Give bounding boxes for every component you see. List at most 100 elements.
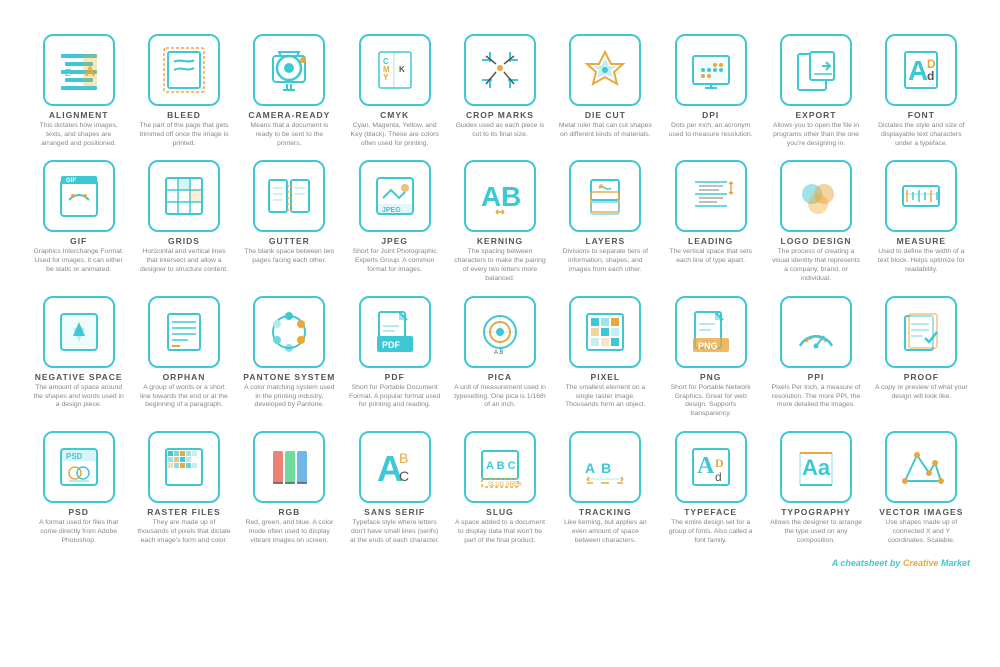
term-title-measure: MEASURE bbox=[897, 236, 947, 246]
term-title-sans-serif: SANS SERIF bbox=[364, 507, 425, 517]
term-item-gif: GIF GIF Graphics Interchange Format. Use… bbox=[30, 156, 127, 287]
icon-box-crop-marks bbox=[464, 34, 536, 106]
term-desc-psd: A format used for files that come direct… bbox=[32, 519, 125, 545]
icon-box-sans-serif: A B C bbox=[359, 431, 431, 503]
svg-text:Z: Z bbox=[65, 68, 71, 79]
term-item-alignment: A Z ALIGNMENT This dictates how images, … bbox=[30, 30, 127, 152]
term-item-typography: Aa TYPOGRAPHY Allows the designer to arr… bbox=[767, 427, 864, 549]
term-title-pixel: PIXEL bbox=[591, 372, 621, 382]
term-item-typeface: A D d TYPEFACE The entire design set for… bbox=[662, 427, 759, 549]
icon-box-grids bbox=[148, 160, 220, 232]
icon-box-raster-files bbox=[148, 431, 220, 503]
term-item-logo-design: LOGO DESIGN The process of creating a vi… bbox=[767, 156, 864, 287]
term-item-rgb: RGB Red, green, and blue. A color mode o… bbox=[241, 427, 338, 549]
svg-text:K: K bbox=[399, 65, 405, 74]
icon-box-png: PNG bbox=[675, 296, 747, 368]
icon-box-pixel bbox=[569, 296, 641, 368]
term-desc-slug: A space added to a document to display d… bbox=[453, 519, 546, 545]
term-title-psd: PSD bbox=[68, 507, 88, 517]
svg-text:d: d bbox=[715, 470, 722, 484]
term-item-dpi: DPI Dots per inch, an acronym used to me… bbox=[662, 30, 759, 152]
term-title-typeface: TYPEFACE bbox=[684, 507, 737, 517]
icon-box-cmyk: C M Y K bbox=[359, 34, 431, 106]
term-title-slug: SLUG bbox=[486, 507, 514, 517]
term-item-layers: LAYERS Divisions to separate tiers of in… bbox=[557, 156, 654, 287]
svg-text:D: D bbox=[715, 456, 724, 470]
term-item-png: PNG PNG Short for Portable Network Graph… bbox=[662, 292, 759, 423]
terms-grid: A Z ALIGNMENT This dictates how images, … bbox=[30, 30, 970, 550]
term-title-pantone-system: PANTONE SYSTEM bbox=[243, 372, 335, 382]
icon-box-font: A D d bbox=[885, 34, 957, 106]
svg-text:PDF: PDF bbox=[382, 340, 401, 350]
term-desc-cmyk: Cyan, Magenta, Yellow, and Key (black). … bbox=[348, 122, 441, 148]
term-desc-ppi: Pixels Per Inch, a measure of resolution… bbox=[769, 384, 862, 410]
icon-box-typography: Aa bbox=[780, 431, 852, 503]
term-desc-rgb: Red, green, and blue. A color mode often… bbox=[243, 519, 336, 545]
term-desc-vector-images: Use shapes made up of connected X and Y … bbox=[875, 519, 968, 545]
term-item-bleed: BLEED The part of the page that gets tri… bbox=[135, 30, 232, 152]
icon-box-negative-space bbox=[43, 296, 115, 368]
svg-text:GIF: GIF bbox=[66, 178, 76, 184]
icon-box-layers bbox=[569, 160, 641, 232]
icon-box-camera-ready bbox=[253, 34, 325, 106]
term-item-sans-serif: A B C SANS SERIF Typeface style where le… bbox=[346, 427, 443, 549]
term-item-camera-ready: CAMERA-READY Means that a document is re… bbox=[241, 30, 338, 152]
term-item-ppi: PPI Pixels Per Inch, a measure of resolu… bbox=[767, 292, 864, 423]
term-title-layers: LAYERS bbox=[585, 236, 625, 246]
term-item-measure: MEASURE Used to define the width of a te… bbox=[873, 156, 970, 287]
term-item-gutter: GUTTER The blank space between two pages… bbox=[241, 156, 338, 287]
term-desc-png: Short for Portable Network Graphics. Gre… bbox=[664, 384, 757, 419]
term-desc-layers: Divisions to separate tiers of informati… bbox=[559, 248, 652, 274]
term-title-font: FONT bbox=[908, 110, 935, 120]
term-desc-pdf: Short for Portable Document Format. A po… bbox=[348, 384, 441, 410]
footer-brand: Creative bbox=[903, 558, 939, 568]
term-desc-pantone-system: A color matching system used in the prin… bbox=[243, 384, 336, 410]
term-desc-export: Allows you to open the file in programs … bbox=[769, 122, 862, 148]
term-title-orphan: ORPHAN bbox=[163, 372, 206, 382]
term-item-orphan: ORPHAN A group of words or a short line … bbox=[135, 292, 232, 423]
icon-box-export bbox=[780, 34, 852, 106]
term-title-png: PNG bbox=[700, 372, 721, 382]
term-item-kerning: A B KERNING The spacing between characte… bbox=[451, 156, 548, 287]
term-title-camera-ready: CAMERA-READY bbox=[248, 110, 330, 120]
term-item-pixel: PIXEL The smallest element on a single r… bbox=[557, 292, 654, 423]
term-item-slug: A B C SLUG AREA SLUG A space added to a … bbox=[451, 427, 548, 549]
term-title-jpeg: JPEG bbox=[381, 236, 408, 246]
icon-box-rgb bbox=[253, 431, 325, 503]
icon-box-orphan bbox=[148, 296, 220, 368]
svg-text:PSD: PSD bbox=[66, 452, 83, 461]
icon-box-gif: GIF bbox=[43, 160, 115, 232]
svg-text:d: d bbox=[927, 69, 934, 83]
term-desc-negative-space: The amount of space around the shapes an… bbox=[32, 384, 125, 410]
term-desc-font: Dictates the style and size of displayab… bbox=[875, 122, 968, 148]
term-item-font: A D d FONT Dictates the style and size o… bbox=[873, 30, 970, 152]
svg-text:C: C bbox=[399, 468, 409, 484]
svg-text:A B C: A B C bbox=[486, 460, 516, 472]
icon-box-typeface: A D d bbox=[675, 431, 747, 503]
icon-box-tracking: AB bbox=[569, 431, 641, 503]
svg-text:JPEG: JPEG bbox=[382, 207, 401, 214]
term-title-alignment: ALIGNMENT bbox=[49, 110, 109, 120]
term-item-psd: PSD PSD A format used for files that com… bbox=[30, 427, 127, 549]
term-desc-kerning: The spacing between characters to make t… bbox=[453, 248, 546, 283]
term-item-crop-marks: CROP MARKS Guides used as each piece is … bbox=[451, 30, 548, 152]
term-desc-jpeg: Short for Joint Photographic Experts Gro… bbox=[348, 248, 441, 274]
icon-box-ppi bbox=[780, 296, 852, 368]
term-desc-leading: The vertical space that sets each line o… bbox=[664, 248, 757, 266]
svg-text:A: A bbox=[481, 181, 501, 212]
svg-text:SLUG AREA: SLUG AREA bbox=[488, 482, 522, 488]
svg-text:B: B bbox=[399, 450, 408, 466]
term-item-tracking: AB TRACKING Like kerning, but applies an… bbox=[557, 427, 654, 549]
term-title-vector-images: VECTOR IMAGES bbox=[879, 507, 963, 517]
term-desc-pica: A unit of measurement used in typesettin… bbox=[453, 384, 546, 410]
term-desc-proof: A copy or preview of what your design wi… bbox=[875, 384, 968, 402]
term-desc-crop-marks: Guides used as each piece is cut to its … bbox=[453, 122, 546, 140]
icon-box-leading bbox=[675, 160, 747, 232]
term-title-negative-space: NEGATIVE SPACE bbox=[35, 372, 123, 382]
term-title-leading: LEADING bbox=[688, 236, 733, 246]
term-desc-measure: Used to define the width of a text block… bbox=[875, 248, 968, 274]
term-desc-camera-ready: Means that a document is ready to be sen… bbox=[243, 122, 336, 148]
term-item-raster-files: RASTER FILES They are made up of thousan… bbox=[135, 427, 232, 549]
svg-text:Aa: Aa bbox=[802, 455, 831, 480]
term-desc-gif: Graphics Interchange Format. Used for im… bbox=[32, 248, 125, 274]
